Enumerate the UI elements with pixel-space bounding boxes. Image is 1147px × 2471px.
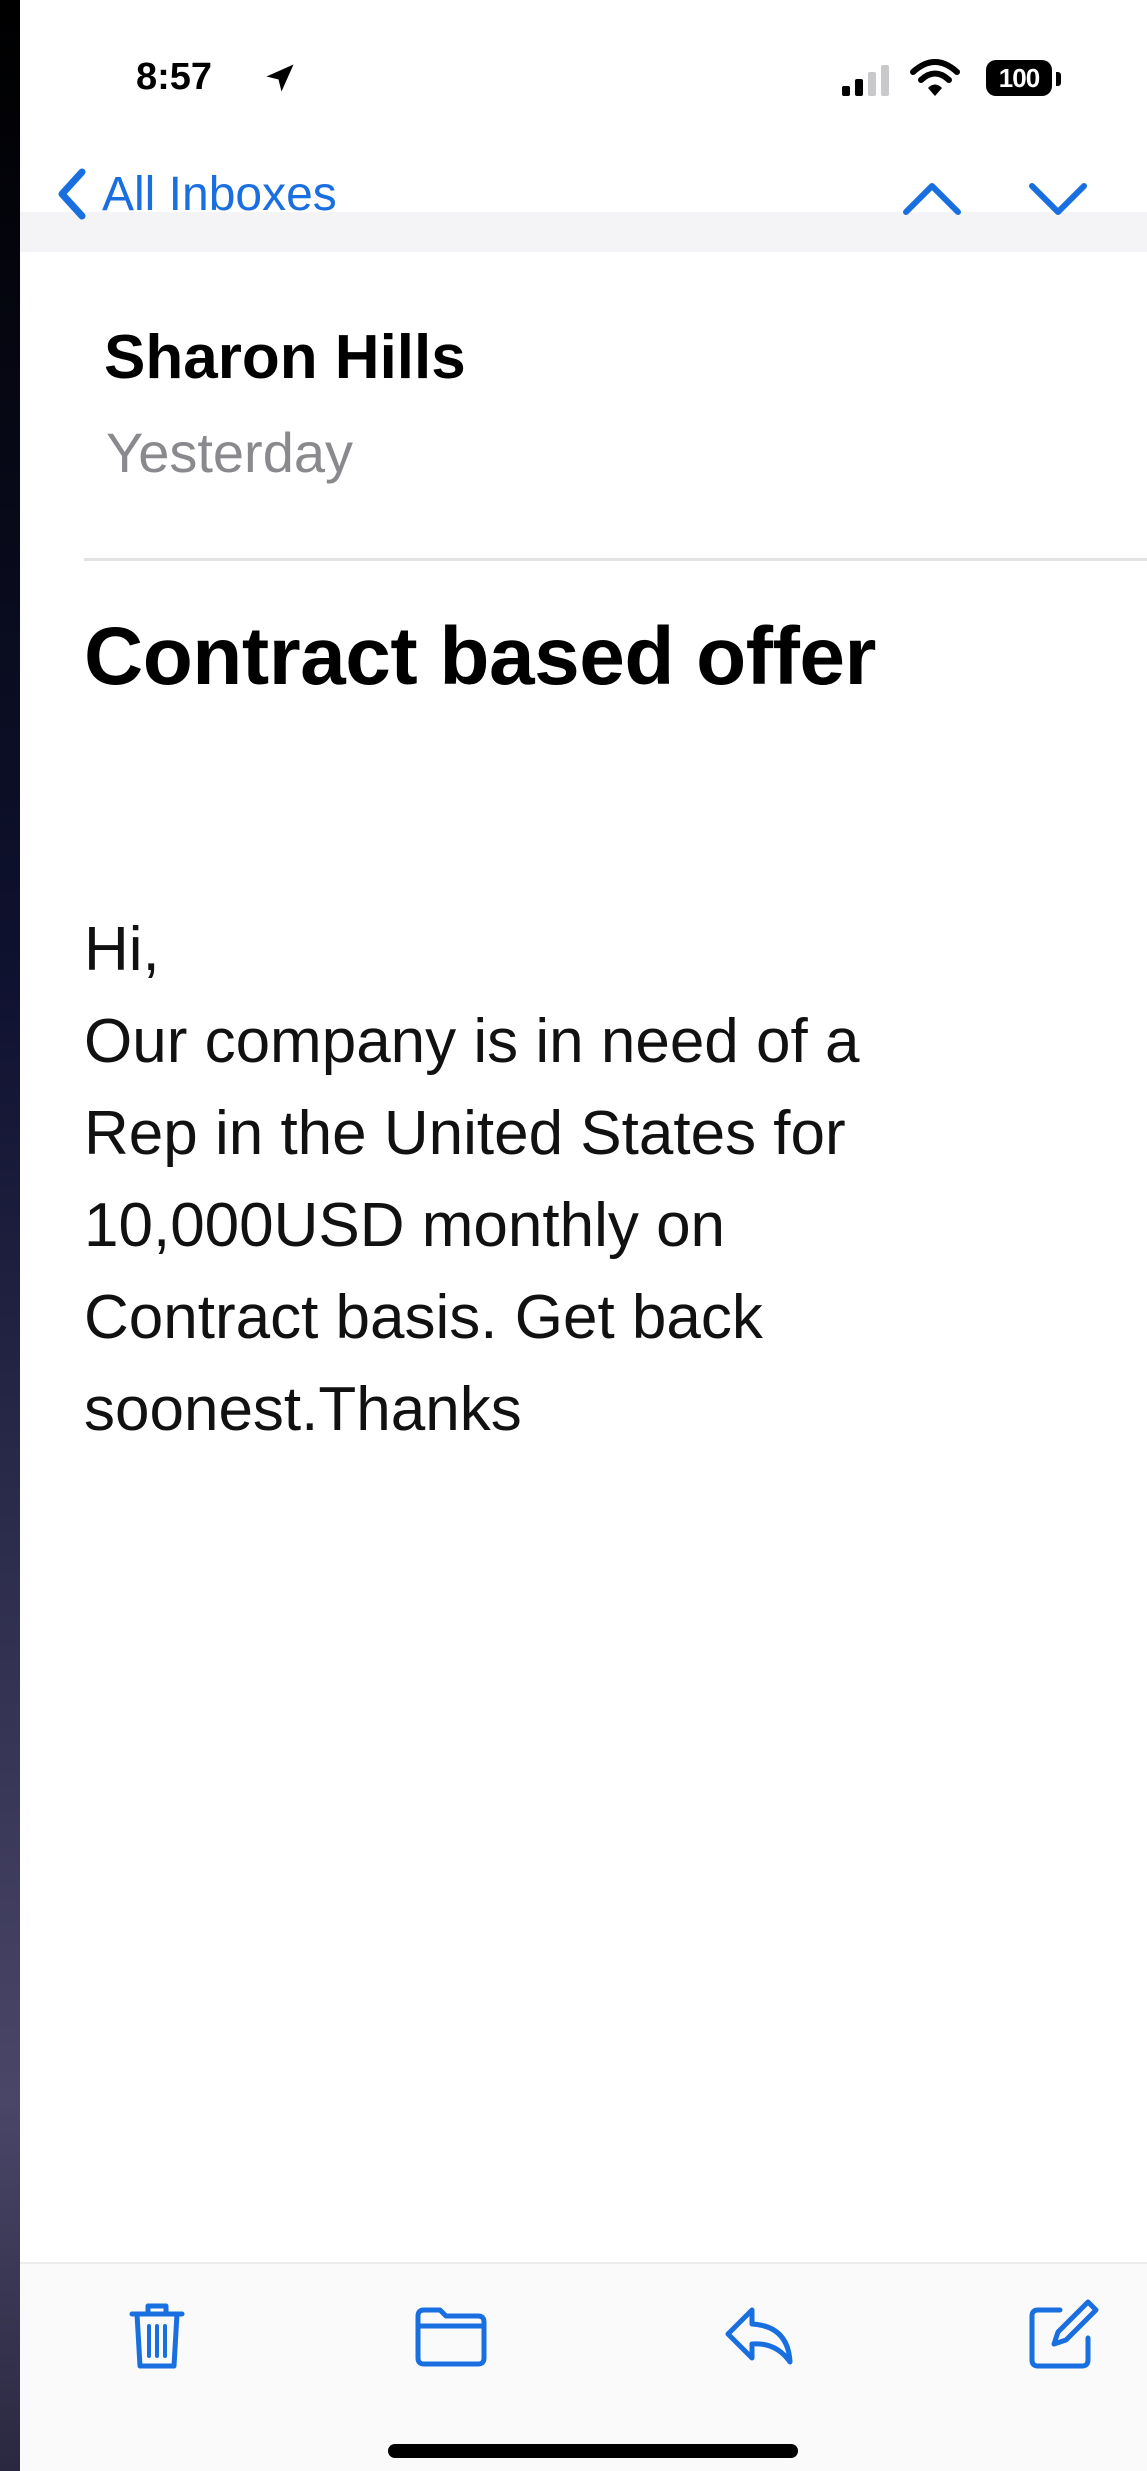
back-button[interactable]: All Inboxes: [54, 164, 337, 224]
back-label: All Inboxes: [102, 167, 337, 221]
nav-bar: All Inboxes: [20, 150, 1147, 250]
cellular-signal-icon: [842, 65, 889, 96]
compose-icon[interactable]: [1024, 2296, 1102, 2374]
body-line: Hi,: [84, 915, 160, 984]
message-body: Hi, Our company is in need of a Rep in t…: [84, 904, 1114, 1456]
body-line: Rep in the United States for: [84, 1099, 846, 1168]
body-line: Contract basis. Get back: [84, 1283, 763, 1352]
status-time: 8:57: [136, 56, 213, 98]
reply-icon[interactable]: [720, 2296, 798, 2374]
home-indicator[interactable]: [388, 2444, 798, 2458]
wifi-icon: [910, 59, 960, 96]
header-divider: [84, 558, 1147, 561]
chevron-up-icon[interactable]: [900, 170, 964, 226]
battery-cap: [1056, 72, 1061, 86]
body-line: 10,000USD monthly on: [84, 1191, 726, 1260]
message-subject: Contract based offer: [84, 611, 876, 702]
mail-screen: 8:57 100 All Inboxes Sharon Hills Yester…: [20, 0, 1147, 2471]
chevron-left-icon: [58, 168, 86, 220]
sender-name[interactable]: Sharon Hills: [104, 322, 466, 393]
status-bar: 8:57 100: [20, 0, 1147, 150]
folder-icon[interactable]: [412, 2296, 490, 2374]
location-arrow-icon: [266, 64, 294, 92]
chevron-down-icon[interactable]: [1026, 170, 1090, 226]
trash-icon[interactable]: [118, 2296, 196, 2374]
battery-level: 100: [998, 62, 1040, 93]
sent-date: Yesterday: [106, 421, 353, 484]
bottom-toolbar: [20, 2262, 1147, 2471]
body-line: soonest.Thanks: [84, 1375, 522, 1444]
battery-icon: 100: [986, 60, 1052, 96]
body-line: Our company is in need of a: [84, 1007, 860, 1076]
